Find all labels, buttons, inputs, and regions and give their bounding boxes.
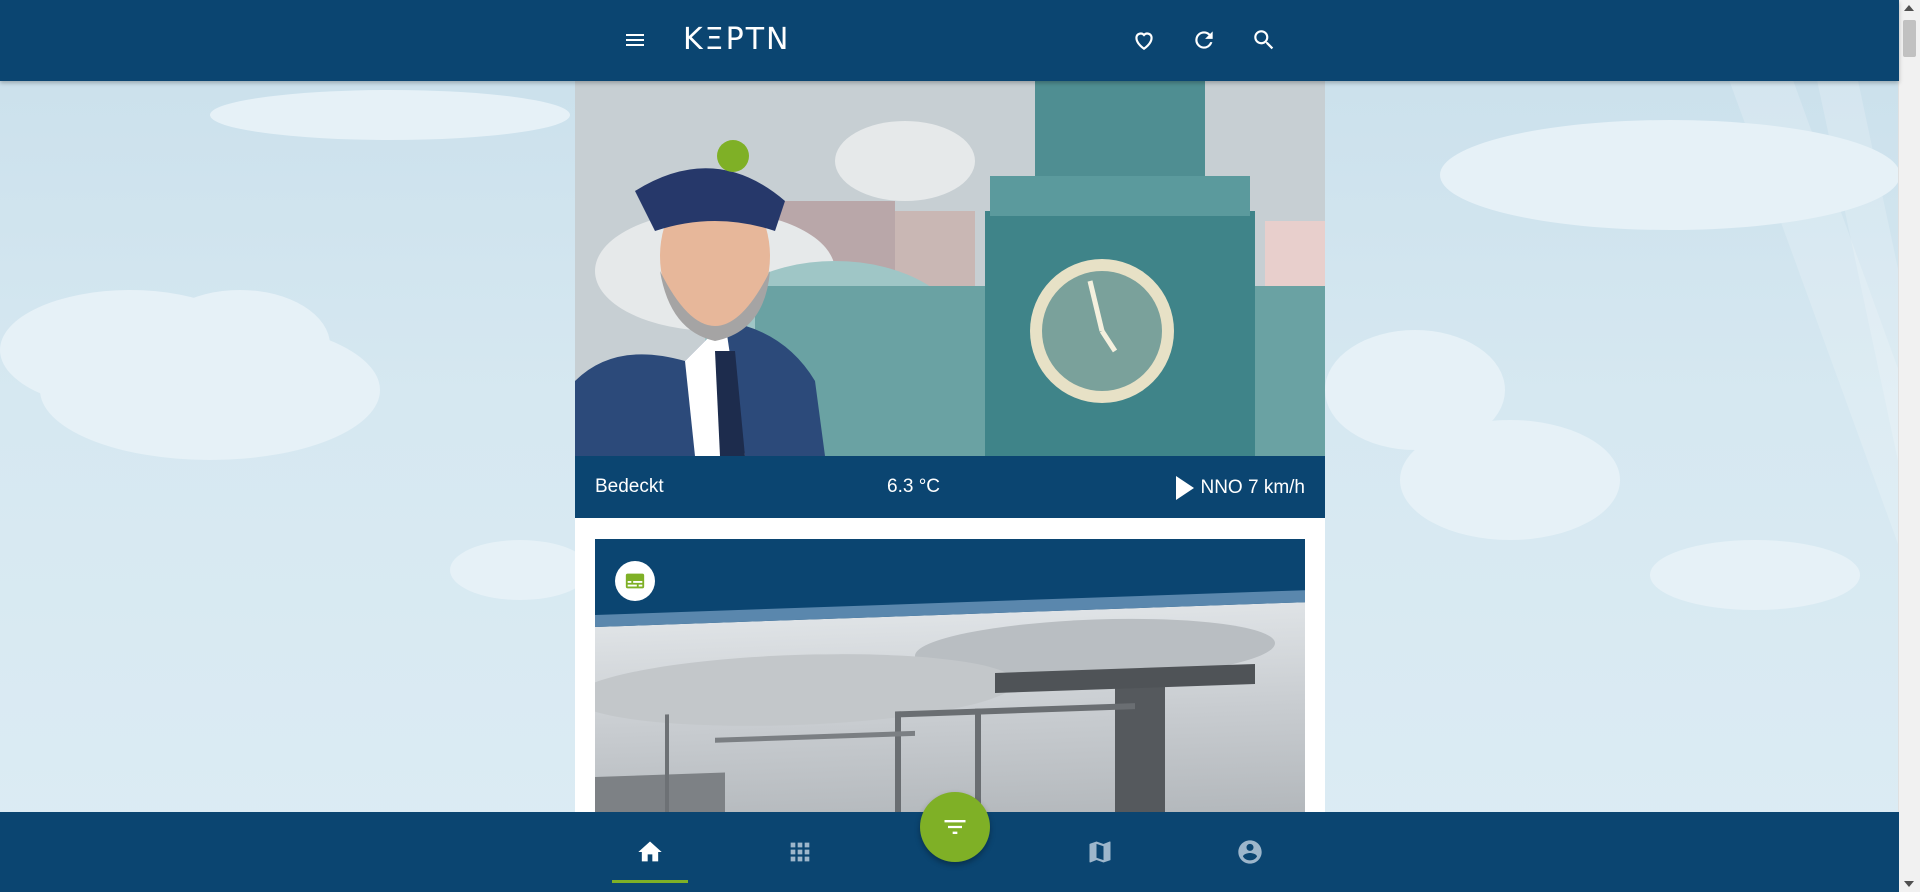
nav-apps[interactable]: [780, 834, 820, 870]
hero-illustration: [575, 81, 1325, 456]
weather-bar: Bedeckt 6.3 °C NNO 7 km/h: [575, 456, 1325, 518]
menu-button[interactable]: [617, 22, 653, 58]
wind-value: NNO 7 km/h: [1200, 477, 1305, 498]
refresh-icon: [1195, 31, 1213, 49]
scroll-down-arrow-icon[interactable]: [1904, 881, 1914, 887]
favorites-button[interactable]: [1126, 22, 1162, 58]
cloud: [150, 290, 330, 400]
content-column: Bedeckt 6.3 °C NNO 7 km/h: [575, 81, 1325, 812]
cloud: [1650, 540, 1860, 610]
top-app-bar: KΞPTN: [0, 0, 1899, 81]
cloud: [1440, 120, 1899, 230]
account-circle-icon: [1238, 840, 1262, 864]
news-card[interactable]: [595, 539, 1305, 812]
weather-wind: NNO 7 km/h: [1176, 476, 1305, 500]
filter-fab-button[interactable]: [920, 792, 990, 862]
search-icon: [1254, 30, 1274, 50]
map-icon: [1089, 841, 1111, 863]
refresh-button[interactable]: [1186, 22, 1222, 58]
menu-icon: [626, 34, 644, 46]
scroll-up-arrow-icon[interactable]: [1904, 5, 1914, 11]
weather-condition: Bedeckt: [595, 476, 664, 497]
captain-clocktower-illustration: [575, 81, 1325, 456]
app-logo[interactable]: KΞPTN: [683, 22, 791, 57]
page-scrollbar[interactable]: [1898, 0, 1920, 892]
heart-icon: [1135, 32, 1153, 50]
nav-map[interactable]: [1080, 834, 1120, 870]
nav-account[interactable]: [1230, 834, 1270, 870]
home-icon: [638, 841, 662, 862]
weather-temperature: 6.3 °C: [887, 476, 941, 497]
scroll-thumb[interactable]: [1903, 20, 1916, 57]
cloud: [1400, 420, 1620, 540]
cloud: [210, 90, 570, 140]
grid-icon: [790, 842, 810, 862]
filter-icon: [944, 820, 966, 834]
card-type-badge: [615, 561, 655, 601]
harbor-crane-photo: [595, 618, 1275, 812]
cloud: [450, 540, 590, 600]
card-photo: [595, 590, 1305, 812]
wind-direction-icon: [1176, 476, 1195, 500]
subtitles-icon: [625, 573, 645, 589]
nav-active-indicator: [612, 880, 688, 883]
nav-home[interactable]: [630, 834, 670, 870]
search-button[interactable]: [1246, 22, 1282, 58]
